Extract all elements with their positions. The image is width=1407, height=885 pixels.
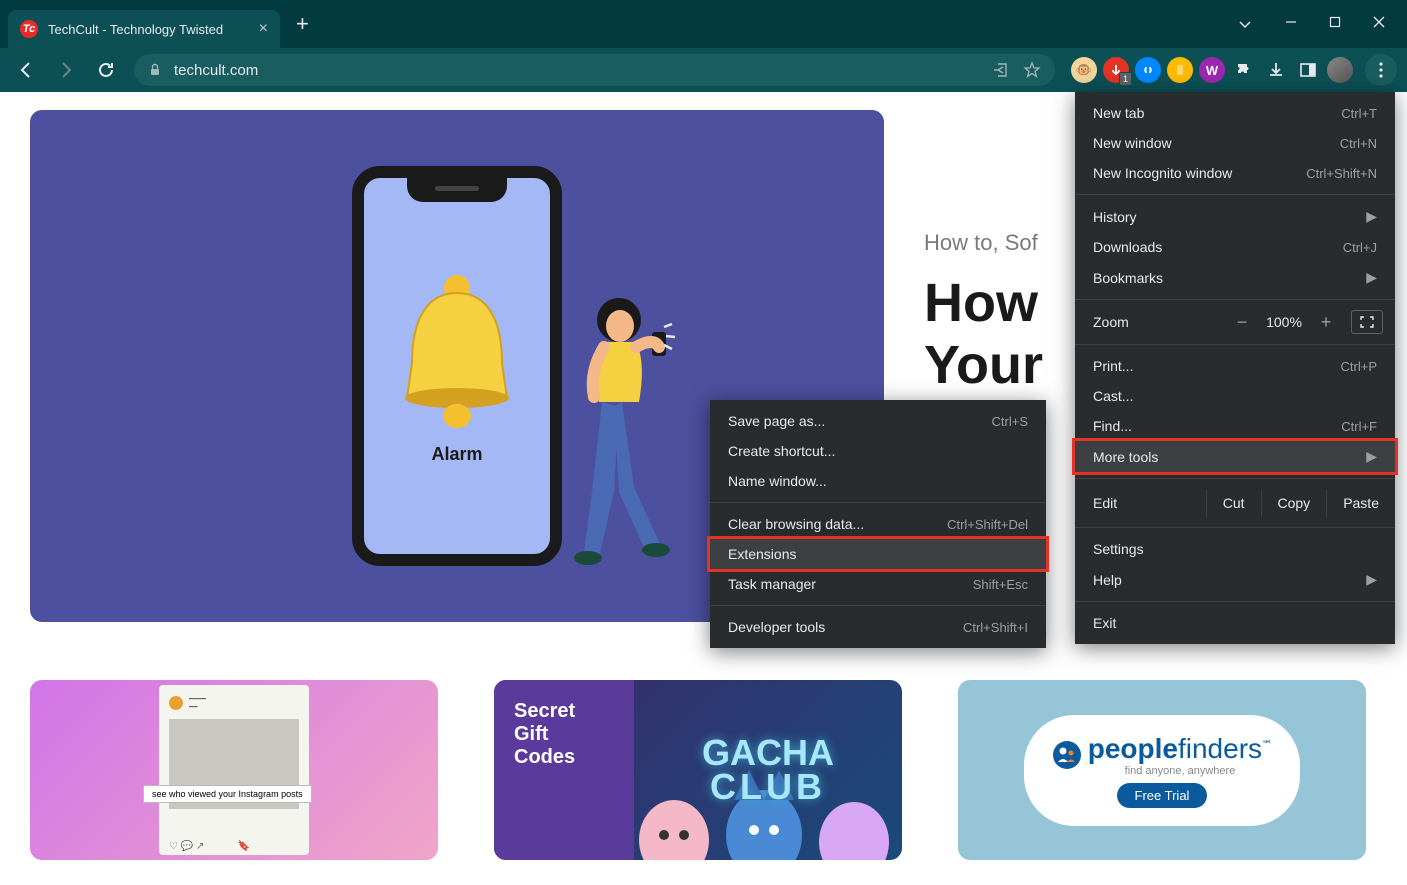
menu-bookmarks[interactable]: Bookmarks▶ — [1075, 262, 1395, 293]
menu-downloads[interactable]: DownloadsCtrl+J — [1075, 232, 1395, 262]
bookmark-icon[interactable] — [1023, 61, 1041, 79]
more-tools-submenu: Save page as...Ctrl+S Create shortcut...… — [710, 400, 1046, 648]
menu-print[interactable]: Print...Ctrl+P — [1075, 351, 1395, 381]
address-bar[interactable]: techcult.com — [134, 54, 1055, 86]
submenu-clear-browsing-data[interactable]: Clear browsing data...Ctrl+Shift+Del — [710, 509, 1046, 539]
url-text: techcult.com — [174, 62, 258, 79]
menu-cut[interactable]: Cut — [1206, 489, 1261, 517]
menu-paste[interactable]: Paste — [1326, 489, 1395, 517]
zoom-value: 100% — [1259, 314, 1309, 330]
submenu-extensions[interactable]: Extensions — [707, 536, 1049, 572]
article-card-peoplefinders[interactable]: peoplepeoplefindersfinders℠ find anyone,… — [958, 680, 1366, 860]
title-bar: Tc TechCult - Technology Twisted × + — [0, 0, 1407, 48]
phone-illustration: Alarm — [352, 166, 562, 566]
menu-more-tools[interactable]: More tools▶ — [1072, 438, 1398, 475]
menu-new-incognito[interactable]: New Incognito windowCtrl+Shift+N — [1075, 158, 1395, 188]
menu-history[interactable]: History▶ — [1075, 201, 1395, 232]
extension-icons: 🐵 1 W — [1067, 57, 1357, 83]
submenu-create-shortcut[interactable]: Create shortcut... — [710, 436, 1046, 466]
extension-badge: 1 — [1119, 72, 1132, 86]
extension-monkey-icon[interactable]: 🐵 — [1071, 57, 1097, 83]
favicon-icon: Tc — [20, 20, 38, 38]
menu-zoom: Zoom − 100% + — [1075, 306, 1395, 338]
main-menu: New tabCtrl+T New windowCtrl+N New Incog… — [1075, 92, 1395, 644]
menu-copy[interactable]: Copy — [1261, 489, 1327, 517]
window-controls — [1237, 16, 1399, 32]
lock-icon[interactable] — [148, 63, 162, 77]
extension-w-icon[interactable]: W — [1199, 57, 1225, 83]
forward-button[interactable] — [50, 54, 82, 86]
submenu-name-window[interactable]: Name window... — [710, 466, 1046, 496]
article-card-instagram[interactable]: ━━━━━━ see who viewed your Instagram pos… — [30, 680, 438, 860]
close-tab-icon[interactable]: × — [259, 20, 268, 38]
reload-button[interactable] — [90, 54, 122, 86]
toolbar: techcult.com 🐵 1 W — [0, 48, 1407, 92]
fullscreen-button[interactable] — [1351, 310, 1383, 334]
chevron-down-icon[interactable] — [1237, 16, 1253, 32]
menu-exit[interactable]: Exit — [1075, 608, 1395, 638]
side-panel-icon[interactable] — [1295, 57, 1321, 83]
instagram-tooltip: see who viewed your Instagram posts — [143, 785, 312, 803]
peoplefinders-logo: peoplepeoplefindersfinders℠ — [1088, 733, 1272, 764]
minimize-button[interactable] — [1285, 16, 1297, 32]
menu-new-window[interactable]: New windowCtrl+N — [1075, 128, 1395, 158]
new-tab-button[interactable]: + — [296, 11, 309, 37]
back-button[interactable] — [10, 54, 42, 86]
kebab-menu-button[interactable] — [1365, 54, 1397, 86]
alarm-label: Alarm — [431, 444, 482, 465]
menu-help[interactable]: Help▶ — [1075, 564, 1395, 595]
maximize-button[interactable] — [1329, 16, 1341, 32]
menu-edit-row: Edit Cut Copy Paste — [1075, 485, 1395, 521]
menu-new-tab[interactable]: New tabCtrl+T — [1075, 98, 1395, 128]
menu-cast[interactable]: Cast... — [1075, 381, 1395, 411]
zoom-in-button[interactable]: + — [1309, 312, 1343, 333]
bell-icon — [382, 268, 532, 438]
profile-avatar-icon[interactable] — [1327, 57, 1353, 83]
close-window-button[interactable] — [1373, 16, 1385, 32]
submenu-task-manager[interactable]: Task managerShift+Esc — [710, 569, 1046, 599]
submenu-save-page[interactable]: Save page as...Ctrl+S — [710, 406, 1046, 436]
article-card-gacha[interactable]: Secret Gift Codes GACHA CLUB — [494, 680, 902, 860]
extension-ublock-icon[interactable]: 1 — [1103, 57, 1129, 83]
extension-shazam-icon[interactable] — [1135, 57, 1161, 83]
extension-keep-icon[interactable] — [1167, 57, 1193, 83]
submenu-developer-tools[interactable]: Developer toolsCtrl+Shift+I — [710, 612, 1046, 642]
downloads-icon[interactable] — [1263, 57, 1289, 83]
tab-title: TechCult - Technology Twisted — [48, 22, 259, 37]
extensions-puzzle-icon[interactable] — [1231, 57, 1257, 83]
share-icon[interactable] — [991, 61, 1009, 79]
free-trial-button[interactable]: Free Trial — [1117, 783, 1208, 808]
zoom-out-button[interactable]: − — [1225, 312, 1259, 333]
menu-find[interactable]: Find...Ctrl+F — [1075, 411, 1395, 441]
menu-settings[interactable]: Settings — [1075, 534, 1395, 564]
person-illustration — [564, 292, 684, 572]
browser-tab[interactable]: Tc TechCult - Technology Twisted × — [8, 10, 280, 48]
